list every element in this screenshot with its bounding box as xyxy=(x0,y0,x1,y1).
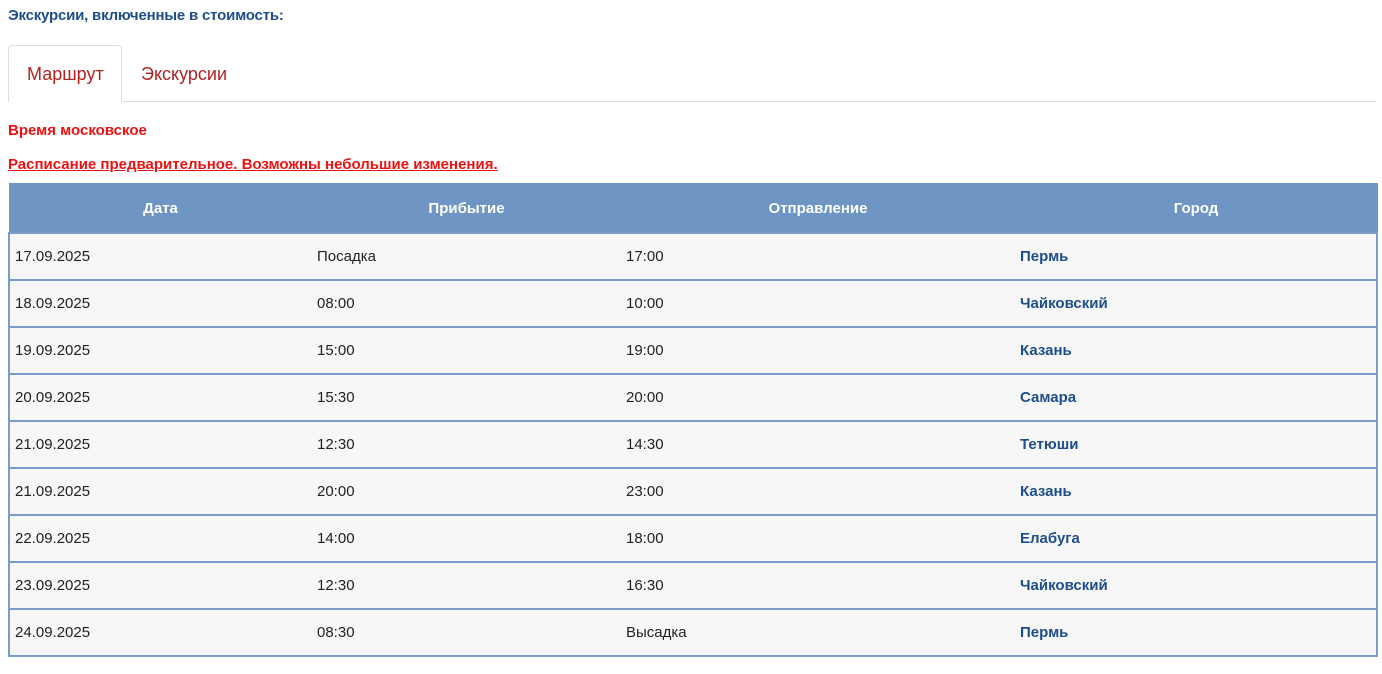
arrival-cell: 15:00 xyxy=(312,326,621,374)
city-link[interactable]: Казань xyxy=(1015,467,1378,515)
table-row: 22.09.2025 14:00 18:00 Елабуга xyxy=(8,514,1378,562)
arrival-cell: 08:00 xyxy=(312,279,621,327)
city-link[interactable]: Пермь xyxy=(1015,608,1378,657)
arrival-cell: 12:30 xyxy=(312,420,621,468)
arrival-cell: Посадка xyxy=(312,232,621,280)
table-row: 24.09.2025 08:30 Высадка Пермь xyxy=(8,608,1378,657)
arrival-cell: 14:00 xyxy=(312,514,621,562)
city-link[interactable]: Самара xyxy=(1015,373,1378,421)
departure-cell: Высадка xyxy=(621,608,1015,657)
date-cell: 21.09.2025 xyxy=(8,467,312,515)
arrival-cell: 12:30 xyxy=(312,561,621,609)
date-cell: 22.09.2025 xyxy=(8,514,312,562)
departure-cell: 18:00 xyxy=(621,514,1015,562)
table-row: 21.09.2025 20:00 23:00 Казань xyxy=(8,467,1378,515)
arrival-cell: 08:30 xyxy=(312,608,621,657)
departure-cell: 19:00 xyxy=(621,326,1015,374)
schedule-body: 17.09.2025 Посадка 17:00 Пермь 18.09.2025 08:… xyxy=(8,232,1378,657)
table-row: 20.09.2025 15:30 20:00 Самара xyxy=(8,373,1378,421)
departure-cell: 16:30 xyxy=(621,561,1015,609)
city-link[interactable]: Пермь xyxy=(1015,232,1378,280)
table-row: 17.09.2025 Посадка 17:00 Пермь xyxy=(8,232,1378,280)
arrival-cell: 15:30 xyxy=(312,373,621,421)
column-header-city: Город xyxy=(1014,183,1378,234)
table-row: 21.09.2025 12:30 14:30 Тетюши xyxy=(8,420,1378,468)
tab-excursions[interactable]: Экскурсии xyxy=(122,45,242,102)
city-link[interactable]: Тетюши xyxy=(1015,420,1378,468)
departure-cell: 17:00 xyxy=(621,232,1015,280)
schedule-table: Дата Прибытие Отправление Город 17.09.20… xyxy=(8,183,1378,657)
table-row: 23.09.2025 12:30 16:30 Чайковский xyxy=(8,561,1378,609)
schedule-disclaimer: Расписание предварительное. Возможны неб… xyxy=(8,156,498,173)
table-header-row: Дата Прибытие Отправление Город xyxy=(8,183,1378,234)
arrival-cell: 20:00 xyxy=(312,467,621,515)
departure-cell: 14:30 xyxy=(621,420,1015,468)
date-cell: 23.09.2025 xyxy=(8,561,312,609)
timezone-notice: Время московское xyxy=(8,122,147,139)
date-cell: 21.09.2025 xyxy=(8,420,312,468)
date-cell: 19.09.2025 xyxy=(8,326,312,374)
departure-cell: 23:00 xyxy=(621,467,1015,515)
section-heading: Экскурсии, включенные в стоимость: xyxy=(8,7,284,24)
date-cell: 24.09.2025 xyxy=(8,608,312,657)
date-cell: 18.09.2025 xyxy=(8,279,312,327)
column-header-arrival: Прибытие xyxy=(311,183,622,234)
date-cell: 17.09.2025 xyxy=(8,232,312,280)
city-link[interactable]: Елабуга xyxy=(1015,514,1378,562)
date-cell: 20.09.2025 xyxy=(8,373,312,421)
table-row: 18.09.2025 08:00 10:00 Чайковский xyxy=(8,279,1378,327)
city-link[interactable]: Чайковский xyxy=(1015,279,1378,327)
tab-route[interactable]: Маршрут xyxy=(8,45,122,102)
city-link[interactable]: Казань xyxy=(1015,326,1378,374)
departure-cell: 20:00 xyxy=(621,373,1015,421)
column-header-departure: Отправление xyxy=(620,183,1016,234)
city-link[interactable]: Чайковский xyxy=(1015,561,1378,609)
tab-bar: Маршрут Экскурсии xyxy=(8,45,1376,102)
column-header-date: Дата xyxy=(8,183,313,234)
departure-cell: 10:00 xyxy=(621,279,1015,327)
table-row: 19.09.2025 15:00 19:00 Казань xyxy=(8,326,1378,374)
